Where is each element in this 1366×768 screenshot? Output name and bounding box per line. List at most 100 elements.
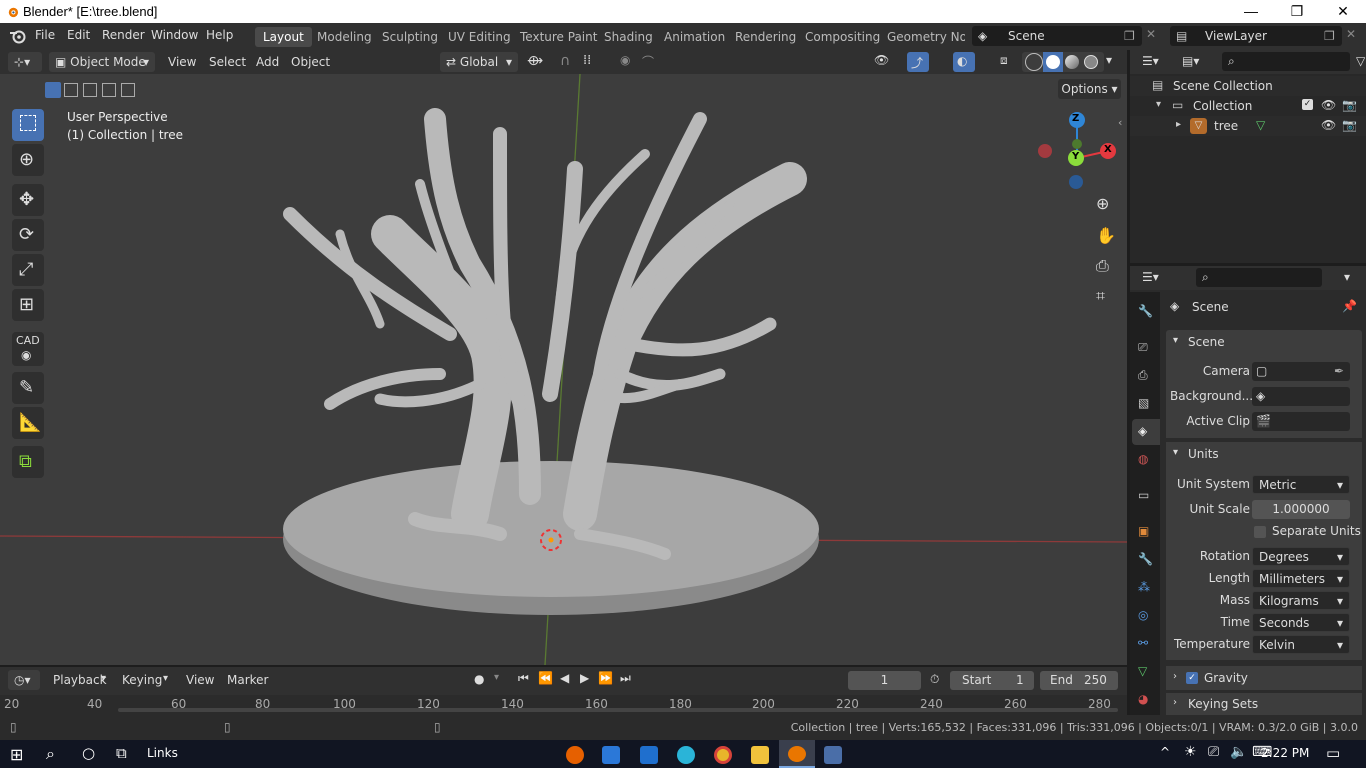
- background-scene-field[interactable]: ◈: [1252, 387, 1350, 406]
- menu-keying[interactable]: Keying: [122, 673, 162, 687]
- gizmo-toggle-button[interactable]: ⤴: [907, 52, 929, 72]
- menu-object[interactable]: Object: [291, 55, 330, 69]
- menu-marker[interactable]: Marker: [227, 673, 268, 687]
- properties-search-input[interactable]: ⌕: [1196, 268, 1322, 287]
- outliner-search-input[interactable]: ⌕: [1222, 52, 1350, 71]
- modifier-tab-icon[interactable]: 🔧: [1138, 552, 1153, 566]
- gravity-checkbox[interactable]: ✓: [1186, 672, 1198, 684]
- 3d-viewport[interactable]: User Perspective (1) Collection | tree ⊕…: [0, 74, 1127, 665]
- edge-icon[interactable]: [677, 746, 695, 764]
- play-reverse-icon[interactable]: ◀: [560, 671, 569, 685]
- material-shading-icon[interactable]: [1065, 55, 1079, 69]
- start-frame-field[interactable]: Start 1: [950, 671, 1034, 690]
- chevron-down-icon[interactable]: ▾: [1344, 270, 1350, 284]
- maximize-button[interactable]: ❐: [1274, 0, 1320, 23]
- output-tab-icon[interactable]: ⎙: [1138, 368, 1148, 383]
- new-viewlayer-icon[interactable]: ❐: [1324, 26, 1335, 46]
- new-scene-icon[interactable]: ❐: [1124, 26, 1135, 46]
- solid-shading-button[interactable]: [1043, 52, 1063, 72]
- tool-add-cube[interactable]: ⧉: [12, 446, 44, 478]
- unit-scale-field[interactable]: 1.000000: [1252, 500, 1350, 519]
- tool-select-box[interactable]: [12, 109, 44, 141]
- select-intersect-icon[interactable]: [121, 83, 135, 97]
- tree-visibility-eye-icon[interactable]: 👁: [1321, 118, 1336, 132]
- search-icon[interactable]: ⌕: [46, 744, 55, 764]
- tool-annotate[interactable]: ✎: [12, 372, 44, 404]
- options-dropdown[interactable]: Options ▾: [1058, 79, 1121, 99]
- menu-view[interactable]: View: [168, 55, 196, 69]
- zoom-icon[interactable]: ⊕: [1096, 194, 1109, 213]
- windows-start-icon[interactable]: ⊞: [10, 745, 23, 764]
- keying-sets-panel-header[interactable]: › Keying Sets: [1166, 693, 1362, 715]
- pan-hand-icon[interactable]: ✋: [1096, 226, 1116, 245]
- outliner-row-collection[interactable]: ▾ ▭ Collection ✓ 👁 📷: [1130, 96, 1366, 116]
- physics-tab-icon[interactable]: ◎: [1138, 608, 1148, 622]
- menu-edit[interactable]: Edit: [67, 28, 90, 42]
- editor-type-outliner-icon[interactable]: ☰▾: [1142, 54, 1159, 68]
- links-toolbar-label[interactable]: Links: [147, 746, 178, 760]
- jump-keyframe-back-icon[interactable]: ⏪: [538, 671, 553, 685]
- pivot-point-icon[interactable]: ⟴: [527, 53, 543, 69]
- remove-viewlayer-icon[interactable]: ✕: [1346, 27, 1356, 41]
- tree-render-camera-icon[interactable]: 📷: [1342, 118, 1357, 132]
- select-new-icon[interactable]: [45, 82, 61, 98]
- editor-type-selector[interactable]: ⊹▾: [8, 52, 42, 72]
- data-tab-icon[interactable]: ▽: [1138, 664, 1147, 678]
- play-icon[interactable]: ▶: [580, 671, 589, 685]
- tab-geometry-nodes[interactable]: Geometry Nod: [879, 27, 965, 47]
- render-tab-icon[interactable]: ⎚: [1138, 340, 1148, 355]
- tab-uv-editing[interactable]: UV Editing: [440, 27, 519, 47]
- transform-orientation-selector[interactable]: ⇄ Global ▾: [440, 52, 518, 72]
- tool-move[interactable]: ✥: [12, 184, 44, 216]
- current-frame-field[interactable]: 1: [848, 671, 921, 690]
- jump-keyframe-forward-icon[interactable]: ⏩: [598, 671, 613, 685]
- filter-icon[interactable]: ▽: [1356, 54, 1365, 68]
- select-subtract-icon[interactable]: [83, 83, 97, 97]
- constraints-tab-icon[interactable]: ⚯: [1138, 636, 1148, 650]
- time-select[interactable]: Seconds ▾: [1252, 613, 1350, 632]
- navigation-gizmo[interactable]: Z Y X: [1035, 110, 1119, 194]
- tool-measure[interactable]: 📐: [12, 407, 44, 439]
- notifications-icon[interactable]: ▭: [1326, 744, 1340, 762]
- record-icon[interactable]: ●: [474, 672, 484, 686]
- clock-time[interactable]: 2:22 PM: [1261, 746, 1309, 760]
- menu-window[interactable]: Window: [151, 28, 198, 42]
- select-extend-icon[interactable]: [64, 83, 78, 97]
- camera-view-icon[interactable]: ⎙: [1096, 256, 1109, 276]
- menu-help[interactable]: Help: [206, 28, 233, 42]
- scene-tab-button[interactable]: ◈: [1132, 419, 1160, 445]
- tab-layout[interactable]: Layout: [255, 27, 312, 47]
- timeline-scrollbar[interactable]: [118, 708, 1118, 712]
- snap-magnet-icon[interactable]: ∩: [560, 53, 570, 69]
- stopwatch-icon[interactable]: ⏱: [930, 672, 939, 687]
- tab-compositing[interactable]: Compositing: [797, 27, 888, 47]
- volume-icon[interactable]: 🔈: [1230, 744, 1247, 760]
- tab-texture-paint[interactable]: Texture Paint: [512, 27, 605, 47]
- xray-icon[interactable]: ⧈: [1000, 53, 1008, 68]
- menu-playback[interactable]: Playback: [53, 673, 107, 687]
- jump-end-icon[interactable]: ⏭: [620, 671, 631, 686]
- object-tab-icon[interactable]: ▣: [1138, 524, 1149, 538]
- blender-menu-icon[interactable]: [9, 29, 26, 44]
- tab-animation[interactable]: Animation: [656, 27, 733, 47]
- overlays-toggle-button[interactable]: ◐: [953, 52, 975, 72]
- tool-rotate[interactable]: ⟳: [12, 219, 44, 251]
- tab-modeling[interactable]: Modeling: [309, 27, 380, 47]
- menu-file[interactable]: File: [35, 28, 55, 42]
- collection-visibility-eye-icon[interactable]: 👁: [1321, 98, 1336, 112]
- length-select[interactable]: Millimeters ▾: [1252, 569, 1350, 588]
- brightness-icon[interactable]: ☀: [1184, 744, 1197, 760]
- menu-select[interactable]: Select: [209, 55, 246, 69]
- jump-start-icon[interactable]: ⏮: [518, 671, 529, 686]
- tool-cursor[interactable]: ⊕: [12, 144, 44, 176]
- eyedropper-icon[interactable]: ✒: [1334, 362, 1344, 381]
- select-invert-icon[interactable]: [102, 83, 116, 97]
- units-panel-header[interactable]: ▾ Units: [1166, 442, 1362, 466]
- collection-checkbox[interactable]: ✓: [1302, 99, 1313, 110]
- close-button[interactable]: ✕: [1320, 0, 1366, 23]
- tab-rendering[interactable]: Rendering: [727, 27, 804, 47]
- chevron-down-icon[interactable]: ▾: [494, 672, 499, 683]
- minimize-button[interactable]: —: [1228, 0, 1274, 23]
- material-tab-icon[interactable]: ◕: [1138, 692, 1148, 706]
- tool-tab-icon[interactable]: 🔧: [1138, 304, 1153, 318]
